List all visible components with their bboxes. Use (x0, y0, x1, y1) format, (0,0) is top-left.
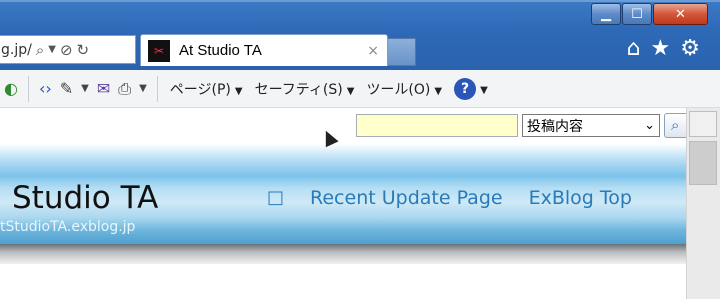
tab-at-studio-ta[interactable]: ✂ At Studio TA × (140, 34, 388, 66)
chevron-down-icon: ▼ (434, 85, 443, 97)
page-content: 投稿内容 ⌄ ⌕ Studio TA □ Recent Update Page … (0, 108, 692, 299)
address-url[interactable]: g.jp/ (0, 42, 32, 58)
minimize-icon: ▁ (601, 6, 611, 22)
chevron-down-icon: ▼ (480, 84, 488, 96)
search-icon: ⌕ (671, 116, 680, 134)
blog-search-input[interactable] (356, 114, 518, 137)
page-menu-label: ページ(P) (169, 81, 231, 98)
close-icon: ✕ (675, 6, 686, 22)
blog-url: tStudioTA.exblog.jp (0, 219, 136, 235)
safety-menu-label: セーフティ(S) (254, 81, 343, 98)
favorites-star-icon[interactable]: ★ (651, 36, 671, 62)
blog-banner: Studio TA □ Recent Update Page ExBlog To… (0, 144, 686, 244)
edit-dropdown-icon[interactable]: ▼ (81, 83, 89, 94)
close-window-button[interactable]: ✕ (653, 3, 708, 25)
browser-icons: ⌂ ★ ⚙ (627, 36, 700, 62)
chevron-down-icon: ▼ (234, 85, 243, 97)
page-menu[interactable]: ページ(P) ▼ (170, 79, 243, 99)
search-scope-select[interactable]: 投稿内容 ⌄ (522, 114, 660, 137)
tools-menu-label: ツール(O) (366, 81, 431, 98)
tab-title: At Studio TA (179, 42, 262, 59)
new-tab-button[interactable] (388, 38, 416, 66)
tools-menu[interactable]: ツール(O) ▼ (366, 79, 442, 99)
favicon-icon: ✂ (148, 39, 170, 62)
blog-nav: □ Recent Update Page ExBlog Top (267, 187, 632, 209)
safety-menu[interactable]: セーフティ(S) ▼ (255, 79, 355, 99)
edit-pencil-icon[interactable]: ✎ (60, 79, 73, 98)
print-icon[interactable]: ⎙ (118, 79, 131, 99)
exblog-top-link[interactable]: ExBlog Top (529, 187, 632, 209)
banner-shadow (0, 244, 686, 264)
recent-update-link[interactable]: Recent Update Page (310, 187, 503, 209)
scroll-up-button[interactable] (689, 111, 717, 137)
separator (27, 75, 29, 102)
help-icon: ? (454, 77, 477, 100)
tab-close-icon[interactable]: × (367, 43, 379, 59)
help-menu[interactable]: ? ▼ (454, 77, 488, 100)
refresh-icon[interactable]: ↻ (77, 41, 90, 59)
search-icon[interactable]: ⌕ (36, 41, 44, 59)
command-bar: ◐ ‹› ✎ ▼ ✉ ⎙ ▼ ページ(P) ▼ セーフティ(S) ▼ ツール(O) ▼… (0, 70, 720, 108)
chevron-down-icon: ▼ (346, 85, 355, 97)
mail-icon[interactable]: ✉ (97, 79, 110, 98)
nav-box-icon[interactable]: □ (267, 187, 284, 209)
address-bar[interactable]: g.jp/ ⌕ ▼ ⊘ ↻ (0, 35, 136, 64)
maximize-icon: ☐ (631, 6, 643, 22)
stop-icon[interactable]: ⊘ (60, 41, 73, 59)
compatibility-icon[interactable]: ‹› (39, 79, 52, 98)
blog-search-row: 投稿内容 ⌄ ⌕ (0, 108, 692, 144)
vertical-scrollbar[interactable] (686, 108, 720, 299)
dropdown-arrow-icon[interactable]: ▼ (48, 44, 56, 55)
window-frame: ▁ ☐ ✕ g.jp/ ⌕ ▼ ⊘ ↻ ✂ At Studio TA × ⌂ ★… (0, 0, 720, 70)
maximize-button[interactable]: ☐ (622, 3, 652, 25)
print-dropdown-icon[interactable]: ▼ (139, 83, 147, 94)
home-icon[interactable]: ⌂ (627, 36, 641, 62)
tools-gear-icon[interactable]: ⚙ (680, 36, 700, 62)
minimize-button[interactable]: ▁ (591, 3, 621, 25)
feeds-icon[interactable]: ◐ (4, 79, 18, 98)
window-controls: ▁ ☐ ✕ (590, 3, 708, 25)
blog-title[interactable]: Studio TA (12, 180, 158, 216)
scroll-thumb[interactable] (689, 141, 717, 185)
separator (156, 75, 158, 102)
search-scope-value: 投稿内容 (527, 118, 583, 135)
chevron-down-icon: ⌄ (644, 118, 655, 133)
